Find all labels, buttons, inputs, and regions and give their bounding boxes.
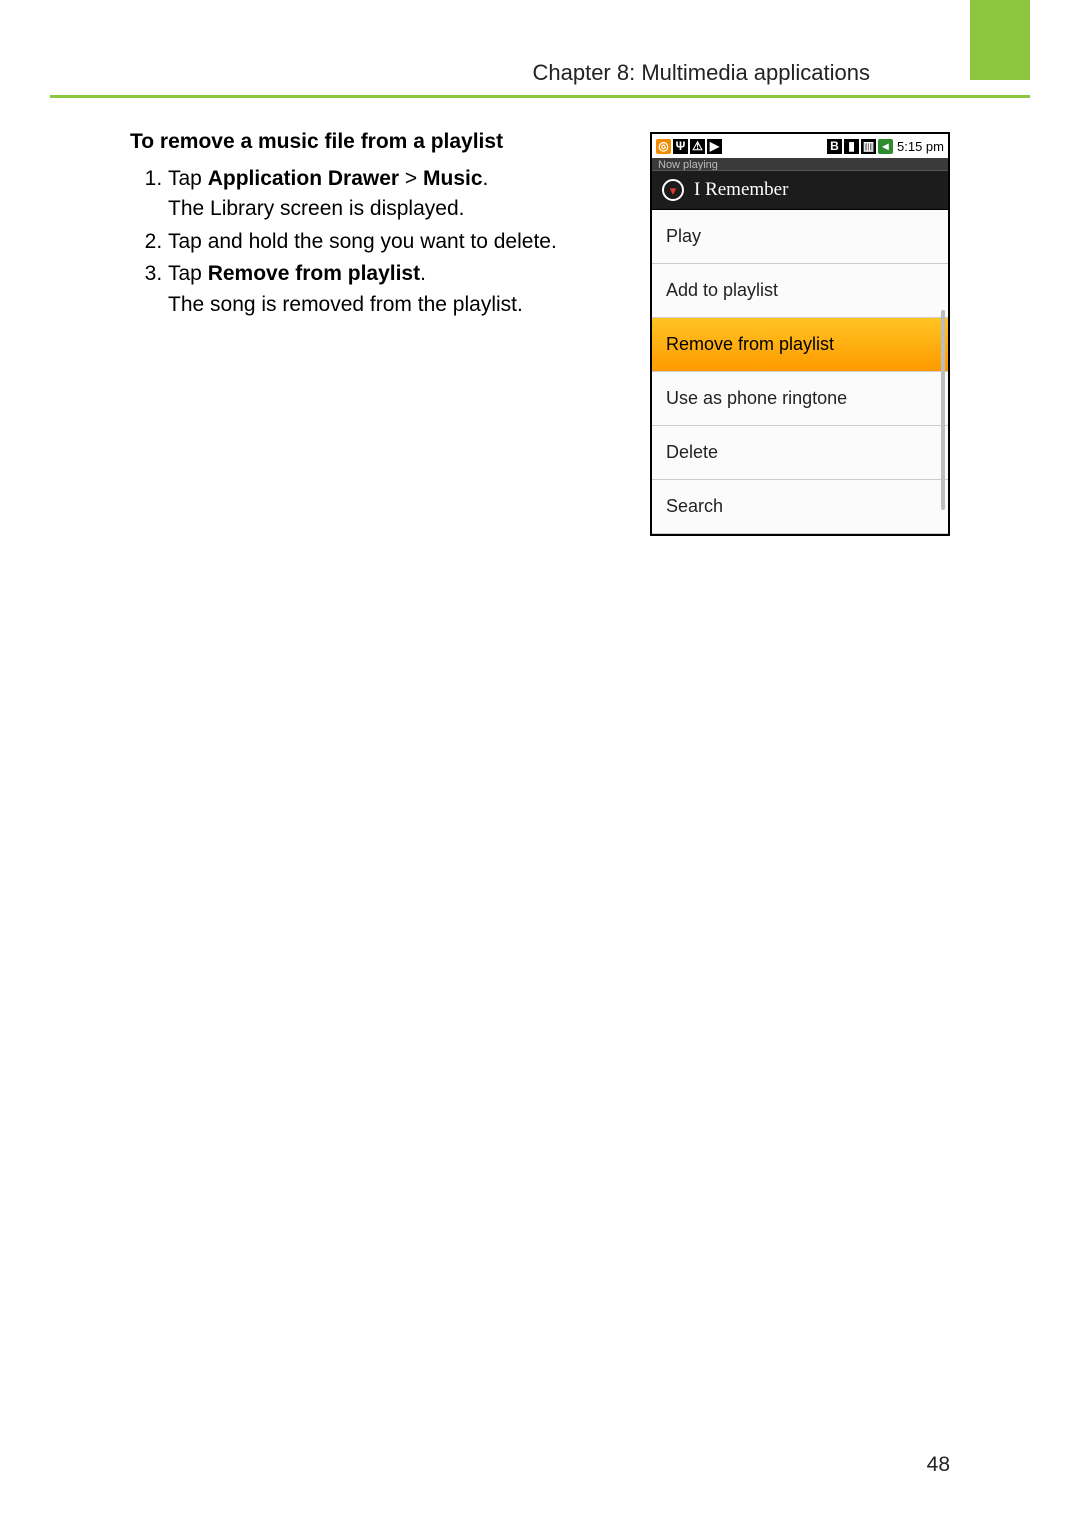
step-1-mid: > — [399, 167, 423, 190]
header-rule — [50, 95, 1030, 98]
menu-item-play[interactable]: Play — [652, 210, 948, 264]
step-3-result: The song is removed from the playlist. — [168, 293, 523, 316]
accent-tab — [970, 0, 1030, 80]
battery-icon: ◂ — [878, 139, 893, 154]
sim-icon: ▮ — [844, 139, 859, 154]
warning-icon: ⚠ — [690, 139, 705, 154]
menu-item-delete[interactable]: Delete — [652, 426, 948, 480]
step-3-prefix: Tap — [168, 262, 208, 285]
menu-item-search[interactable]: Search — [652, 480, 948, 534]
step-3-bold-1: Remove from playlist — [208, 262, 420, 285]
step-1-suffix: . — [483, 167, 489, 190]
song-title: I Remember — [694, 179, 788, 201]
chapter-title: Chapter 8: Multimedia applications — [120, 60, 870, 86]
usb-icon: Ψ — [673, 139, 688, 154]
page: Chapter 8: Multimedia applications To re… — [0, 0, 1080, 1527]
step-2-text: Tap and hold the song you want to delete… — [168, 230, 557, 253]
step-3-suffix: . — [420, 262, 426, 285]
status-icons-left: ◎ Ψ ⚠ ▶ — [656, 139, 722, 154]
song-header[interactable]: ▾ I Remember — [652, 170, 948, 210]
menu-item-add-to-playlist[interactable]: Add to playlist — [652, 264, 948, 318]
status-icons-right: B ▮ ▥ ◂ 5:15 pm — [827, 139, 944, 154]
signal-icon: ▥ — [861, 139, 876, 154]
status-time: 5:15 pm — [897, 139, 944, 154]
page-number: 48 — [927, 1453, 950, 1477]
bluetooth-icon: B — [827, 139, 842, 154]
step-1-result: The Library screen is displayed. — [168, 197, 464, 220]
context-menu: Play Add to playlist Remove from playlis… — [652, 210, 948, 534]
menu-item-use-as-ringtone[interactable]: Use as phone ringtone — [652, 372, 948, 426]
status-bar: ◎ Ψ ⚠ ▶ B ▮ ▥ ◂ 5:15 pm — [652, 134, 948, 158]
notification-icon: ◎ — [656, 139, 671, 154]
now-playing-label: Now playing — [652, 158, 948, 170]
screenshot: ◎ Ψ ⚠ ▶ B ▮ ▥ ◂ 5:15 pm Now playing ▾ I … — [650, 132, 950, 536]
play-icon: ▶ — [707, 139, 722, 154]
step-1-prefix: Tap — [168, 167, 208, 190]
song-target-icon: ▾ — [662, 179, 684, 201]
scrollbar-thumb[interactable] — [941, 310, 945, 510]
step-1-bold-1: Application Drawer — [208, 167, 399, 190]
step-1-bold-2: Music — [423, 167, 483, 190]
menu-item-remove-from-playlist[interactable]: Remove from playlist — [652, 318, 948, 372]
